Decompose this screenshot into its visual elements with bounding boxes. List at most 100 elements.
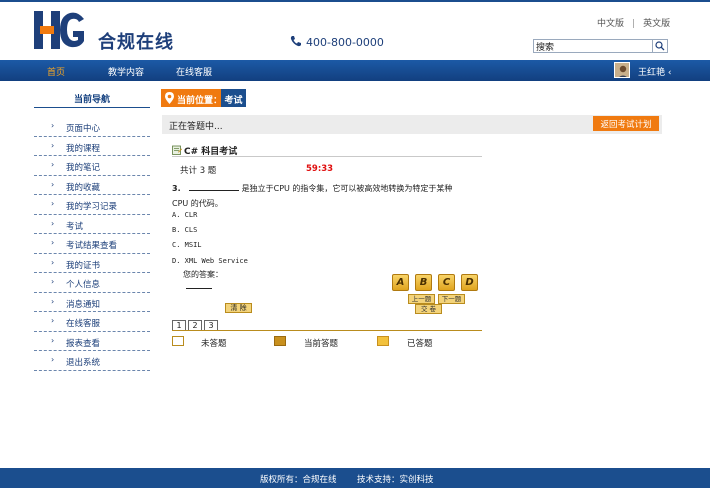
sidebar-item-label: 我的收藏 (66, 182, 101, 193)
nav-online-service[interactable]: 在线客服 (176, 65, 212, 78)
sidebar-item-label: 消息通知 (66, 299, 101, 310)
answer-blank (186, 280, 212, 289)
lang-chinese-link[interactable]: 中文版 (597, 19, 624, 29)
exam-status-text: 正在答题中... (169, 122, 223, 132)
submit-exam-button[interactable]: 交 卷 (415, 304, 442, 314)
chevron-right-icon: › (51, 355, 55, 364)
user-name-text: 王红艳 (638, 68, 666, 78)
sidebar-item-notifications[interactable]: › 消息通知 (34, 293, 150, 312)
chevron-right-icon: › (51, 238, 55, 247)
countdown-timer: 59:33 (306, 164, 334, 174)
choice-d-button[interactable]: D (461, 274, 478, 291)
sidebar-item-label: 我的笔记 (66, 163, 101, 173)
sidebar-menu: › 页面中心 › 我的课程 › 我的笔记 › 我的收藏 › 我的学习记录 › 考试 › 考试结… (34, 117, 150, 371)
your-answer-text: 您的答案： (183, 270, 223, 279)
prev-question-button[interactable]: 上一题 (408, 294, 435, 304)
avatar (614, 62, 630, 78)
choice-b-button[interactable]: B (415, 274, 432, 291)
chevron-right-icon: › (51, 160, 55, 169)
header: 合规在线 400-800-0000 中文版 | 英文版 (0, 2, 710, 60)
sidebar-item-page-center[interactable]: › 页面中心 (34, 117, 150, 137)
legend-current-label: 当前答题 (304, 339, 339, 349)
language-switch: 中文版 | 英文版 (597, 16, 670, 29)
hg-logo (34, 11, 84, 49)
footer-copyright: 版权所有：合规在线 (260, 475, 337, 485)
chevron-right-icon: › (51, 277, 55, 286)
sidebar-item-label: 我的证书 (66, 260, 101, 271)
legend-unanswered-swatch (172, 336, 184, 346)
sidebar-item-my-notes[interactable]: › 我的笔记 (34, 156, 150, 176)
avatar-image (615, 63, 629, 77)
sidebar-item-label: 我的学习记录 (66, 202, 118, 212)
clear-answer-button[interactable]: 清 除 (225, 303, 252, 313)
location-pin-icon (165, 92, 174, 104)
chevron-right-icon: › (51, 296, 55, 306)
question-text: 3. 是独立于CPU 的指令集，它可以被高效地转换为特定于某种CPU 的代码。 (172, 181, 462, 211)
sidebar-item-reports[interactable]: › 报表查看 (34, 332, 150, 351)
back-to-exam-plan-button[interactable]: 返回考试计划 (593, 116, 659, 131)
phone-icon (290, 36, 301, 47)
exam-icon (172, 145, 182, 155)
sidebar-item-label: 报表查看 (66, 338, 101, 349)
sidebar-item-my-courses[interactable]: › 我的课程 (34, 137, 150, 156)
chevron-right-icon: › (51, 140, 55, 150)
sidebar-item-online-service[interactable]: › 在线客服 (34, 312, 150, 332)
footer-support: 技术支持：实创科技 (357, 475, 434, 485)
chevron-right-icon: › (51, 121, 55, 130)
phone-number: 400-800-0000 (290, 35, 384, 49)
sidebar: 当前导航 › 页面中心 › 我的课程 › 我的笔记 › 我的收藏 › 我的学习记录 › 考试… (34, 88, 150, 371)
chevron-right-icon: › (51, 257, 55, 267)
chevron-right-icon: › (51, 316, 55, 325)
sidebar-item-label: 退出系统 (66, 358, 101, 368)
user-name: 王红艳 ‹ (638, 65, 672, 78)
sidebar-item-exam[interactable]: › 考试 (34, 215, 150, 234)
exam-divider (172, 156, 482, 157)
chevron-right-icon: › (51, 218, 55, 228)
chevron-right-icon: › (51, 199, 55, 208)
choice-c-button[interactable]: C (438, 274, 455, 291)
option-d: D. XML Web Service (172, 257, 248, 265)
lang-english-link[interactable]: 英文版 (643, 19, 670, 29)
sidebar-item-label: 个人信息 (66, 280, 101, 290)
phone-text: 400-800-0000 (306, 36, 384, 49)
sidebar-item-label: 考试结果查看 (66, 241, 118, 251)
lang-separator: | (632, 19, 636, 29)
sidebar-item-label: 我的课程 (66, 143, 101, 154)
search-icon (655, 41, 665, 51)
search-box (533, 39, 668, 53)
legend-answered-swatch (377, 336, 389, 346)
sidebar-item-label: 考试 (66, 221, 84, 232)
nav-teaching-content[interactable]: 教学内容 (108, 65, 144, 78)
legend-current-swatch (274, 336, 286, 346)
exam-status-bar: 正在答题中... 返回考试计划 (162, 115, 662, 134)
question-blank (188, 182, 239, 191)
legend-answered-label: 已答题 (407, 339, 433, 349)
main-nav: 首页 教学内容 在线客服 王红艳 ‹ (0, 60, 710, 81)
nav-home[interactable]: 首页 (47, 65, 65, 78)
option-c: C. MSIL (172, 241, 202, 249)
sidebar-item-certificates[interactable]: › 我的证书 (34, 254, 150, 273)
question-count: 共计 3 题 (180, 166, 217, 176)
sidebar-item-logout[interactable]: › 退出系统 (34, 351, 150, 371)
sidebar-item-my-favorites[interactable]: › 我的收藏 (34, 176, 150, 195)
option-a: A. CLR (172, 211, 198, 219)
sidebar-item-label: 页面中心 (66, 124, 101, 134)
question-number: 3. (172, 184, 181, 193)
chevron-right-icon: › (51, 179, 55, 189)
sidebar-item-study-records[interactable]: › 我的学习记录 (34, 195, 150, 215)
user-caret-icon: ‹ (667, 68, 672, 78)
sidebar-item-label: 在线客服 (66, 319, 101, 329)
search-input[interactable] (536, 40, 650, 52)
sidebar-title: 当前导航 (34, 88, 150, 108)
sidebar-item-exam-results[interactable]: › 考试结果查看 (34, 234, 150, 254)
choice-a-button[interactable]: A (392, 274, 409, 291)
sidebar-item-personal-info[interactable]: › 个人信息 (34, 273, 150, 293)
breadcrumb-label: 当前位置： (177, 96, 223, 106)
breadcrumb-current[interactable]: 考试 (221, 89, 246, 107)
legend-unanswered-label: 未答题 (201, 339, 227, 349)
brand-name: 合规在线 (98, 32, 174, 53)
search-button[interactable] (652, 40, 667, 52)
your-answer-label: 您的答案： (183, 269, 243, 292)
next-question-button[interactable]: 下一题 (438, 294, 465, 304)
chevron-right-icon: › (51, 335, 55, 345)
